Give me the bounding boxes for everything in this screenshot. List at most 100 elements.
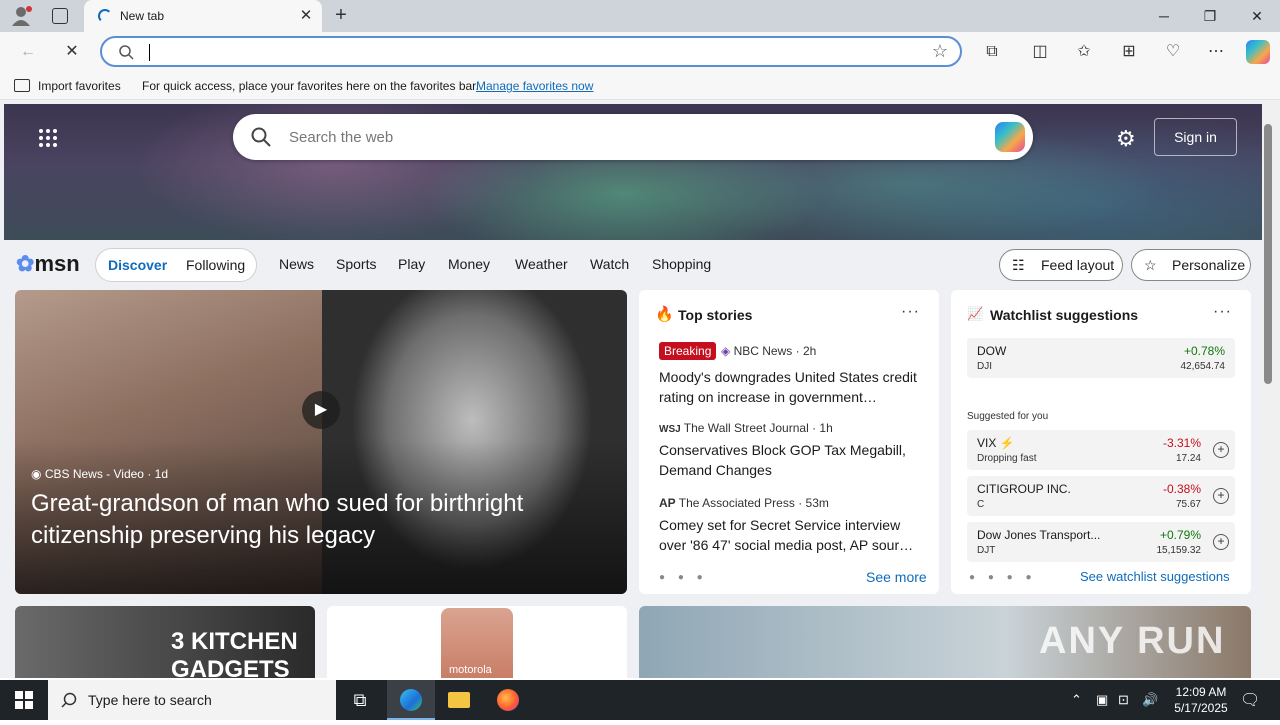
top-stories-header: Top stories [678, 307, 753, 323]
browser-essentials-icon[interactable]: ♡ [1159, 38, 1187, 66]
stock-name: Dow Jones Transport... [977, 528, 1101, 542]
stock-change: +0.79% [1159, 528, 1201, 542]
clock[interactable]: 12:09 AM 5/17/2025 [1166, 684, 1236, 716]
split-screen-icon[interactable]: ◫ [1026, 38, 1054, 66]
network-icon[interactable]: ⊡ [1118, 692, 1129, 708]
feature-age: 1d [154, 467, 169, 481]
nav-money[interactable]: Money [448, 256, 490, 272]
extensions-icon[interactable]: ⧉ [978, 38, 1006, 66]
manage-favorites-link[interactable]: Manage favorites now [476, 79, 593, 93]
story-source: WSJ The Wall Street Journal · 1h [659, 421, 833, 435]
stock-row[interactable]: CITIGROUP INC. C -0.38% 75.67 + [967, 476, 1235, 516]
minimize-icon[interactable]: ─ [1141, 0, 1187, 32]
nav-watch[interactable]: Watch [590, 256, 629, 272]
butterfly-icon: ✿ [16, 251, 35, 276]
nbc-logo-icon: ◈ [721, 344, 731, 358]
feature-title[interactable]: Great-grandson of man who sued for birth… [31, 488, 611, 552]
msn-nav-row: ✿msn Discover Following News Sports Play… [0, 240, 1262, 290]
tab-discover[interactable]: Discover [108, 257, 167, 273]
copilot-icon[interactable] [995, 122, 1025, 152]
nav-news[interactable]: News [279, 256, 314, 272]
stock-row[interactable]: Dow Jones Transport... DJT +0.79% 15,159… [967, 522, 1235, 562]
story-headline[interactable]: Conservatives Block GOP Tax Megabill, De… [659, 440, 924, 480]
settings-gear-icon[interactable]: ⚙ [1116, 126, 1136, 152]
copilot-icon[interactable] [1246, 40, 1270, 64]
favorite-star-icon[interactable]: ☆ [932, 41, 948, 62]
task-view-icon[interactable]: ⧉ [336, 680, 384, 720]
nav-weather[interactable]: Weather [515, 256, 568, 272]
carousel-dots[interactable]: ● ● ● ● [969, 572, 1037, 583]
story-headline[interactable]: Moody's downgrades United States credit … [659, 367, 924, 407]
address-bar[interactable]: ☆ [100, 36, 962, 67]
more-options-icon[interactable]: ⋯ [1202, 38, 1230, 66]
tab-new-tab[interactable]: New tab ✕ [84, 0, 322, 32]
news-image-card[interactable]: ANY RUN [639, 606, 1251, 678]
profile-icon[interactable] [10, 6, 32, 26]
see-watchlist-link[interactable]: See watchlist suggestions [1080, 569, 1230, 584]
story-headline[interactable]: Comey set for Secret Service interview o… [659, 515, 924, 555]
notifications-icon[interactable]: 🗨 [1240, 690, 1260, 710]
back-icon[interactable]: ← [14, 38, 42, 66]
play-icon[interactable]: ▶ [302, 391, 340, 429]
stock-price: 42,654.74 [1180, 361, 1226, 372]
stock-price: 15,159.32 [1156, 545, 1202, 556]
firefox-icon[interactable] [484, 680, 532, 720]
personalize-button[interactable]: ☆ Personalize [1131, 249, 1251, 281]
file-explorer-icon[interactable] [435, 680, 483, 720]
taskbar-search-placeholder: Type here to search [88, 692, 212, 708]
show-hidden-icons-icon[interactable]: ⌃ [1071, 692, 1082, 708]
wsj-logo-icon: WSJ [659, 424, 681, 435]
sign-in-button[interactable]: Sign in [1154, 118, 1237, 156]
more-options-icon[interactable]: ··· [901, 303, 920, 321]
web-search-box[interactable]: Search the web [233, 114, 1033, 160]
taskbar: Type here to search ⧉ ⌃ ▣ ⊡ 🔊 12:09 AM 5… [0, 680, 1280, 720]
tab-following[interactable]: Following [186, 257, 245, 273]
import-favorites-link[interactable]: Import favorites [38, 79, 121, 93]
nav-shopping[interactable]: Shopping [652, 256, 711, 272]
more-options-icon[interactable]: ··· [1213, 303, 1232, 321]
phone-image: motorola [441, 608, 513, 678]
add-to-watchlist-icon[interactable]: + [1213, 488, 1229, 504]
search-icon [251, 127, 271, 147]
close-window-icon[interactable]: ✕ [1234, 0, 1280, 32]
add-to-watchlist-icon[interactable]: + [1213, 534, 1229, 550]
device-icon[interactable]: ▣ [1096, 692, 1108, 708]
edge-icon[interactable] [387, 680, 435, 720]
scrollbar-thumb[interactable] [1264, 124, 1272, 384]
favorites-icon[interactable]: ✩ [1070, 38, 1098, 66]
carousel-dots[interactable]: ● ● ● [659, 572, 708, 583]
add-to-watchlist-icon[interactable]: + [1213, 442, 1229, 458]
title-bar: New tab ✕ + ─ ❐ ✕ [0, 0, 1280, 32]
ap-logo-icon: AP [659, 496, 676, 510]
kitchen-gadgets-card[interactable]: 3 KITCHEN GADGETS [15, 606, 315, 678]
collections-icon[interactable]: ⊞ [1115, 38, 1143, 66]
taskbar-search[interactable]: Type here to search [48, 680, 336, 720]
volume-icon[interactable]: 🔊 [1142, 692, 1158, 708]
feed-layout-button[interactable]: ☷ Feed layout [999, 249, 1123, 281]
new-tab-icon[interactable]: + [330, 4, 352, 26]
clock-time: 12:09 AM [1175, 685, 1227, 699]
phone-ad-card[interactable]: motorola [327, 606, 627, 678]
sliders-icon: ☷ [1012, 257, 1025, 273]
apps-grid-icon[interactable] [38, 128, 58, 148]
stop-loading-icon[interactable]: ✕ [58, 38, 86, 66]
windows-start-icon[interactable] [0, 680, 48, 720]
story-source: ◈ NBC News · 2h [721, 344, 817, 358]
stock-row-dow[interactable]: DOW DJI +0.78% 42,654.74 [967, 338, 1235, 378]
phone-brand: motorola [449, 664, 492, 676]
stock-row[interactable]: VIX ⚡ Dropping fast -3.31% 17.24 + [967, 430, 1235, 470]
close-tab-icon[interactable]: ✕ [296, 6, 316, 26]
tab-title: New tab [120, 9, 165, 23]
search-icon [119, 45, 134, 60]
nav-play[interactable]: Play [398, 256, 425, 272]
see-more-link[interactable]: See more [866, 569, 927, 585]
cbs-logo-icon: ◉ [31, 467, 42, 481]
import-favorites-icon[interactable] [14, 79, 30, 92]
msn-logo[interactable]: ✿msn [16, 251, 80, 277]
hero-banner: Search the web ⚙ Sign in [4, 104, 1262, 240]
nav-sports[interactable]: Sports [336, 256, 376, 272]
restore-icon[interactable]: ❐ [1187, 0, 1233, 32]
tab-actions-icon[interactable] [52, 8, 68, 24]
feature-story-card[interactable]: ▶ ◉ CBS News - Video · 1d Great-grandson… [15, 290, 627, 594]
watchlist-header: Watchlist suggestions [990, 307, 1139, 323]
